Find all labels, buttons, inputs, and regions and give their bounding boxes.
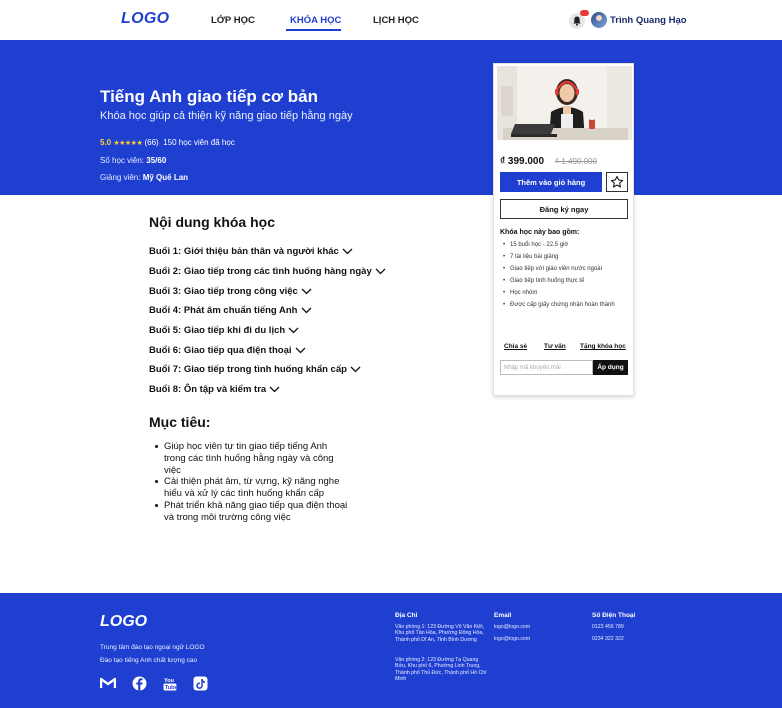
footer-logo[interactable]: LOGO [100,613,147,631]
lesson-item-7[interactable]: Buổi 7: Giao tiếp trong tình huống khẩn … [149,364,361,375]
list-item: Cải thiện phát âm, từ vựng, kỹ năng nghe… [155,476,349,500]
user-name[interactable]: Trình Quang Hạo [610,15,687,26]
register-button[interactable]: Đăng ký ngay [500,199,628,219]
instructor-name: Mỹ Quế Lan [142,173,189,182]
gmail-icon[interactable] [100,675,116,691]
students-enrolled: 150 học viên đã học [163,138,235,147]
lesson-label: Buổi 6: Giao tiếp qua điện thoại [149,345,292,356]
goals-list: Giúp học viên tự tin giao tiếp tiếng Anh… [155,441,349,524]
address-2: Văn phòng 2: 123 Đường Tạ Quang Bửu, Khu… [395,657,487,682]
list-item: Được cấp giấy chứng nhận hoàn thành [503,302,623,310]
top-navbar: LOGO LỚP HỌC KHÓA HỌC LỊCH HỌC Trình Qua… [0,0,782,40]
list-item: Giao tiếp với giáo viên nước ngoài [503,266,623,274]
coupon-input[interactable]: Nhập mã khuyến mãi [500,360,593,375]
list-item: 7 tài liệu bài giảng [503,254,623,262]
chevron-down-icon [301,307,311,314]
gift-course-link[interactable]: Tặng khóa học [580,343,626,350]
course-rating: 5.0 ★★★★★ (66) 150 học viên đã học [100,138,235,147]
lesson-item-3[interactable]: Buổi 3: Giao tiếp trong công việc [149,286,312,297]
chevron-down-icon [375,268,386,275]
list-item: 15 buổi học - 22.5 giờ [503,242,623,250]
seats-label: Số học viên: [100,156,145,165]
chevron-down-icon [301,288,312,295]
course-title: Tiếng Anh giao tiếp cơ bản [100,87,318,106]
consult-link[interactable]: Tư vấn [544,343,566,350]
rating-count: (66) [144,138,159,147]
goals-title: Mục tiêu: [149,414,211,430]
course-hero: Tiếng Anh giao tiếp cơ bản Khóa học giúp… [0,40,782,195]
list-item: Giúp học viên tự tin giao tiếp tiếng Anh… [155,441,349,476]
logo[interactable]: LOGO [121,10,169,28]
apply-coupon-button[interactable]: Áp dụng [593,360,628,375]
seats-info: Số học viên: 35/60 [100,156,166,165]
purchase-card: ₫ 399.000 ₫ 1.490.000 Thêm vào giỏ hàng … [493,63,634,396]
phone-1[interactable]: 0123 456 789 [592,624,624,630]
site-footer: LOGO Trung tâm đào tạo ngoại ngữ LOGO Đà… [0,593,782,708]
user-avatar[interactable] [591,12,607,28]
add-to-cart-button[interactable]: Thêm vào giỏ hàng [500,172,602,192]
lesson-label: Buổi 7: Giao tiếp trong tình huống khẩn … [149,364,347,375]
svg-text:You: You [164,678,174,684]
phone-2[interactable]: 0234 322 322 [592,636,624,642]
youtube-icon[interactable]: You Tube [162,675,178,691]
list-item: Phát triển khả năng giao tiếp qua điện t… [155,499,348,523]
course-old-price: ₫ 1.490.000 [555,157,597,166]
nav-courses[interactable]: KHÓA HỌC [290,15,341,26]
address-title: Địa Chỉ [395,612,418,619]
lesson-item-4[interactable]: Buổi 4: Phát âm chuẩn tiếng Anh [149,305,312,316]
instructor-info: Giảng viên: Mỹ Quế Lan [100,173,188,182]
lesson-label: Buổi 8: Ôn tập và kiểm tra [149,384,267,395]
lesson-item-2[interactable]: Buổi 2: Giao tiếp trong các tình huống h… [149,266,386,277]
lesson-label: Buổi 3: Giao tiếp trong công việc [149,286,298,297]
wishlist-star-icon[interactable] [606,172,628,192]
lesson-item-6[interactable]: Buổi 6: Giao tiếp qua điện thoại [149,345,306,356]
lesson-label: Buổi 1: Giới thiệu bản thân và người khá… [149,246,339,257]
course-content-title: Nội dung khóa học [149,214,275,230]
footer-tagline: Trung tâm đào tạo ngoại ngữ LOGO [100,644,205,651]
nav-active-indicator [286,29,341,31]
course-thumbnail-image [497,66,632,140]
lesson-item-1[interactable]: Buổi 1: Giới thiệu bản thân và người khá… [149,246,353,257]
share-link[interactable]: Chia sẻ [504,343,527,350]
course-subtitle: Khóa học giúp cả thiện kỹ năng giao tiếp… [100,110,353,122]
lesson-label: Buổi 2: Giao tiếp trong các tình huống h… [149,266,372,277]
seats-value: 35/60 [146,156,167,165]
list-item: Học nhóm [503,290,623,298]
email-title: Email [494,612,512,619]
includes-list: 15 buổi học - 22.5 giờ 7 tài liệu bài gi… [503,242,623,314]
lesson-item-5[interactable]: Buổi 5: Giao tiếp khi đi du lịch [149,325,299,336]
rating-stars-icon: ★★★★★ [113,140,143,147]
lesson-label: Buổi 4: Phát âm chuẩn tiếng Anh [149,305,298,316]
svg-text:Tube: Tube [165,685,177,691]
list-item: Giao tiếp tình huống thực tế [503,278,623,286]
footer-tagline: Đào tạo tiếng Anh chất lượng cao [100,657,198,664]
nav-schedule[interactable]: LỊCH HỌC [373,15,419,26]
email-1[interactable]: logo@logo.com [494,624,530,630]
chevron-down-icon [295,347,305,354]
nav-classes[interactable]: LỚP HỌC [211,15,255,26]
chevron-down-icon [288,327,299,334]
rating-score: 5.0 [100,138,112,147]
chevron-down-icon [269,386,280,393]
tiktok-icon[interactable] [192,675,208,691]
chevron-down-icon [350,366,361,373]
notification-badge [580,10,589,16]
instructor-label: Giảng viên: [100,173,141,182]
email-2[interactable]: logo@logo.com [494,636,530,642]
phone-title: Số Điện Thoại [592,612,636,619]
includes-title: Khóa học này bao gồm: [500,229,580,236]
chevron-down-icon [342,248,353,255]
course-price: ₫ 399.000 [500,156,545,167]
address-1: Văn phòng 1: 123 Đường Võ Văn Kiệt, Khu … [395,624,485,643]
facebook-icon[interactable] [131,675,147,691]
lesson-item-8[interactable]: Buổi 8: Ôn tập và kiểm tra [149,384,280,395]
lesson-label: Buổi 5: Giao tiếp khi đi du lịch [149,325,286,336]
